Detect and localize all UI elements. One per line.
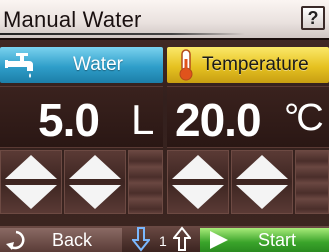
- water-unit: L: [131, 96, 155, 143]
- title-bar: Manual Water ?: [0, 0, 329, 40]
- title-underline: [0, 33, 245, 35]
- up-down-arrows-icon: [69, 155, 121, 209]
- page-title: Manual Water: [3, 7, 142, 32]
- stepper-spacer: [295, 150, 329, 214]
- temperature-amount: 20.0: [175, 94, 262, 146]
- temperature-value-display: 20.0 °C: [167, 86, 329, 148]
- temperature-label: Temperature: [202, 54, 309, 75]
- help-button[interactable]: ?: [301, 6, 325, 30]
- page-up-arrow-icon[interactable]: [173, 226, 191, 252]
- start-label: Start: [258, 230, 297, 250]
- temperature-fine-stepper[interactable]: [231, 150, 293, 214]
- thermometer-icon: [179, 49, 193, 81]
- up-down-arrows-icon: [5, 155, 57, 209]
- back-button[interactable]: Back: [0, 228, 122, 252]
- temperature-coarse-stepper[interactable]: [167, 150, 229, 214]
- faucet-icon: [5, 53, 33, 78]
- water-header: Water: [0, 47, 163, 83]
- temperature-header: Temperature: [167, 47, 329, 83]
- play-icon: [210, 231, 228, 249]
- page-number: 1: [159, 233, 167, 249]
- page-down-arrow-icon[interactable]: [132, 226, 150, 252]
- back-label: Back: [52, 230, 93, 250]
- water-coarse-stepper[interactable]: [0, 150, 62, 214]
- water-amount: 5.0: [38, 94, 100, 146]
- manual-water-screen: Manual Water ? Water Temperature 5.0 L 2…: [0, 0, 329, 252]
- back-arrow-icon: [6, 230, 25, 250]
- water-fine-stepper[interactable]: [64, 150, 126, 214]
- water-value-display: 5.0 L: [0, 86, 163, 148]
- up-down-arrows-icon: [172, 155, 224, 209]
- stepper-spacer: [128, 150, 163, 214]
- water-label: Water: [73, 54, 123, 75]
- temperature-unit: °C: [284, 97, 324, 139]
- start-button[interactable]: Start: [200, 228, 329, 252]
- up-down-arrows-icon: [236, 155, 288, 209]
